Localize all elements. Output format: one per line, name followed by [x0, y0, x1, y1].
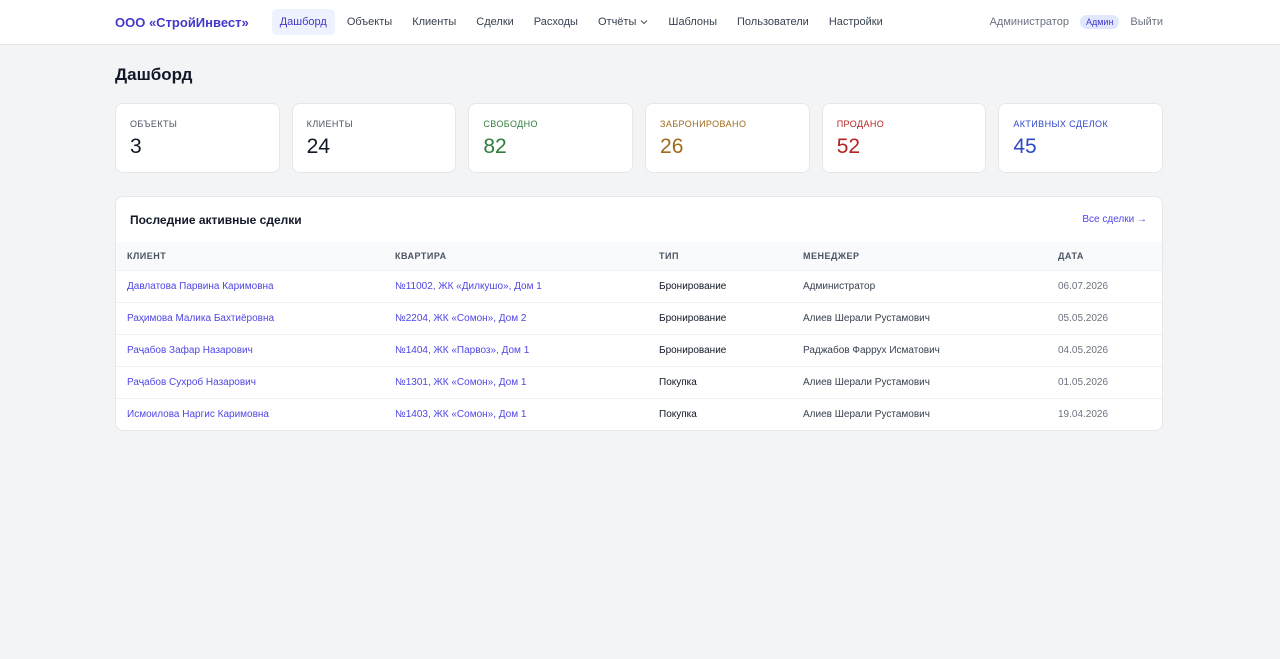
column-header-type: Тип — [659, 250, 679, 261]
top-navbar: ООО «СтройИнвест» Дашборд Объекты Клиент… — [0, 0, 1280, 45]
client-link[interactable]: Давлатова Парвина Каримовна — [116, 269, 384, 302]
stat-value: 26 — [660, 135, 684, 158]
stat-card-free: Свободно 82 — [468, 103, 634, 173]
column-header-client: Клиент — [127, 250, 167, 261]
deal-date: 19.04.2026 — [1047, 397, 1162, 430]
stat-card-reserved: Забронировано 26 — [645, 103, 810, 173]
stat-value: 82 — [483, 135, 507, 158]
manager-name: Раджабов Фаррух Исматович — [792, 333, 1047, 366]
client-link[interactable]: Исмоилова Наргис Каримовна — [116, 397, 384, 430]
table-row: Давлатова Парвина Каримовна №11002, ЖК «… — [116, 269, 1162, 302]
stat-card-objects: Объекты 3 — [115, 103, 280, 173]
nav-item-reports-label: Отчёты — [597, 16, 637, 28]
nav-item-templates[interactable]: Шаблоны — [660, 9, 725, 35]
deal-type: Покупка — [648, 365, 792, 398]
apartment-link[interactable]: №11002, ЖК «Дилкушо», Дом 1 — [384, 269, 648, 302]
stat-value: 3 — [130, 135, 142, 158]
apartment-link[interactable]: №1301, ЖК «Сомон», Дом 1 — [384, 365, 648, 398]
deal-date: 01.05.2026 — [1047, 365, 1162, 398]
brand-logo[interactable]: ООО «СтройИнвест» — [115, 15, 249, 30]
manager-name: Алиев Шерали Рустамович — [792, 365, 1047, 398]
apartment-link[interactable]: №2204, ЖК «Сомон», Дом 2 — [384, 301, 648, 334]
stat-value: 52 — [836, 135, 861, 158]
main-nav: Дашборд Объекты Клиенты Сделки Расходы О… — [271, 9, 895, 35]
manager-name: Алиев Шерали Рустамович — [792, 301, 1047, 334]
current-user-name: Администратор — [989, 16, 1069, 28]
main-content: Дашборд Объекты 3 Клиенты 24 Свободно 82… — [0, 65, 1280, 431]
page-title: Дашборд — [115, 65, 193, 84]
deal-type: Бронирование — [648, 333, 792, 366]
stat-label: Объекты — [130, 119, 178, 129]
stats-row: Объекты 3 Клиенты 24 Свободно 82 Заброни… — [115, 103, 1164, 173]
table-header-row: Клиент Квартира Тип Менеджер Дата — [116, 242, 1162, 270]
stat-card-sold: Продано 52 — [821, 103, 987, 173]
column-header-manager: Менеджер — [803, 250, 860, 261]
apartment-link[interactable]: №1403, ЖК «Сомон», Дом 1 — [384, 397, 648, 430]
table-row: Исмоилова Наргис Каримовна №1403, ЖК «Со… — [116, 397, 1162, 430]
manager-name: Администратор — [792, 269, 1047, 302]
deal-date: 06.07.2026 — [1047, 269, 1162, 302]
stat-label: Свободно — [483, 119, 538, 129]
column-header-apartment: Квартира — [395, 250, 447, 261]
column-header-date: Дата — [1058, 250, 1084, 261]
chevron-down-icon — [640, 19, 648, 25]
client-link[interactable]: Раҷабов Сухроб Назарович — [116, 365, 384, 398]
deal-date: 05.05.2026 — [1047, 301, 1162, 334]
deal-date: 04.05.2026 — [1047, 333, 1162, 366]
table-row: Раҳимова Малика Бахтиёровна №2204, ЖК «С… — [116, 301, 1162, 334]
role-badge: Админ — [1079, 15, 1120, 29]
nav-item-dashboard[interactable]: Дашборд — [271, 9, 335, 35]
nav-item-objects[interactable]: Объекты — [339, 9, 400, 35]
stat-label: Забронировано — [660, 119, 747, 129]
apartment-link[interactable]: №1404, ЖК «Парвоз», Дом 1 — [384, 333, 648, 366]
manager-name: Алиев Шерали Рустамович — [792, 397, 1047, 430]
table-row: Раҷабов Сухроб Назарович №1301, ЖК «Сомо… — [116, 365, 1162, 398]
stat-value: 24 — [306, 135, 331, 158]
stat-label: Активных сделок — [1013, 119, 1109, 129]
nav-item-users[interactable]: Пользователи — [729, 9, 817, 35]
client-link[interactable]: Раҳимова Малика Бахтиёровна — [116, 301, 384, 334]
card-header: Последние активные сделки Все сделки → — [116, 197, 1162, 242]
stat-label: Клиенты — [306, 119, 354, 129]
stat-card-active-deals: Активных сделок 45 — [998, 103, 1164, 173]
card-title: Последние активные сделки — [130, 212, 302, 227]
client-link[interactable]: Раҷабов Зафар Назарович — [116, 333, 384, 366]
nav-item-expenses[interactable]: Расходы — [526, 9, 586, 35]
deal-type: Покупка — [648, 397, 792, 430]
stat-card-clients: Клиенты 24 — [291, 103, 457, 173]
user-area: Администратор Админ Выйти — [990, 15, 1163, 29]
deal-type: Бронирование — [648, 301, 792, 334]
all-deals-link[interactable]: Все сделки → — [1082, 214, 1147, 225]
stat-value: 45 — [1013, 135, 1037, 158]
stat-label: Продано — [836, 119, 885, 129]
deals-table: Клиент Квартира Тип Менеджер Дата Давлат… — [116, 242, 1162, 430]
nav-item-deals[interactable]: Сделки — [468, 9, 522, 35]
nav-item-clients[interactable]: Клиенты — [404, 9, 464, 35]
logout-link[interactable]: Выйти — [1130, 16, 1163, 28]
nav-item-settings[interactable]: Настройки — [821, 9, 891, 35]
deal-type: Бронирование — [648, 269, 792, 302]
nav-item-reports[interactable]: Отчёты — [590, 9, 656, 35]
recent-deals-card: Последние активные сделки Все сделки → К… — [115, 196, 1163, 431]
table-row: Раҷабов Зафар Назарович №1404, ЖК «Парво… — [116, 333, 1162, 366]
